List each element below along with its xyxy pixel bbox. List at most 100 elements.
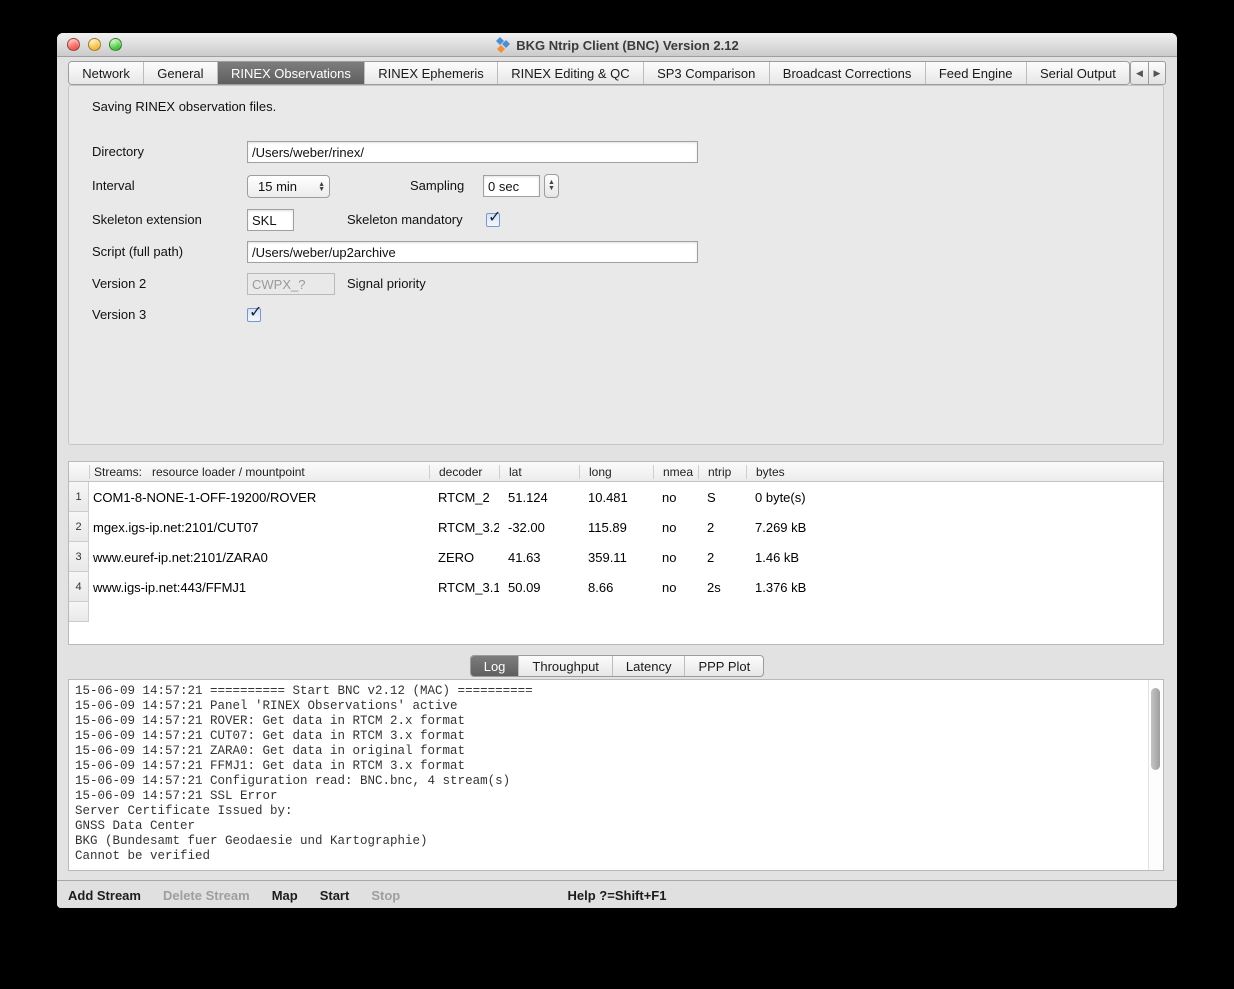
row-number[interactable]: 1 [69,482,89,512]
cell-ntrip: S [698,482,746,512]
version2-label: Version 2 [92,273,146,295]
log-lines: 15-06-09 14:57:21 ========== Start BNC v… [69,680,1147,870]
log-line: 15-06-09 14:57:21 ========== Start BNC v… [75,684,1147,699]
log-scrollbar-thumb[interactable] [1151,688,1160,770]
checkmark-icon: ✓ [488,207,501,227]
cell-decoder: RTCM_3.2 [429,512,499,542]
log-line: Cannot be verified [75,849,1147,864]
tab-rinex-observations[interactable]: RINEX Observations [217,62,364,84]
row-number[interactable]: 2 [69,512,89,542]
script-input[interactable] [247,241,698,263]
rinex-observations-pane [68,85,1164,445]
main-tab-bar: Network General RINEX Observations RINEX… [68,61,1130,85]
log-line: 15-06-09 14:57:21 ZARA0: Get data in ori… [75,744,1147,759]
cell-mountpoint: COM1-8-NONE-1-OFF-19200/ROVER [89,482,429,512]
map-button[interactable]: Map [272,888,298,903]
col-bytes[interactable]: bytes [746,465,1163,479]
col-lat[interactable]: lat [499,465,579,479]
tab-scroll-right-icon[interactable]: ▶ [1148,61,1166,85]
cell-long: 8.66 [579,572,653,602]
tab-ppp-plot[interactable]: PPP Plot [684,656,763,676]
sampling-input[interactable] [483,175,540,197]
cell-bytes: 0 byte(s) [746,482,1163,512]
cell-bytes: 7.269 kB [746,512,1163,542]
cell-ntrip: 2 [698,512,746,542]
checkmark-icon: ✓ [249,302,262,322]
col-ntrip[interactable]: ntrip [698,465,746,479]
row-number-empty [69,602,89,622]
window-title: BKG Ntrip Client (BNC) Version 2.12 [516,38,738,53]
title-bar[interactable]: BKG Ntrip Client (BNC) Version 2.12 [57,33,1177,57]
tab-feed-engine[interactable]: Feed Engine [925,62,1026,84]
col-nmea[interactable]: nmea [653,465,698,479]
version2-input [247,273,335,295]
tab-rinex-ephemeris[interactable]: RINEX Ephemeris [364,62,497,84]
tab-general[interactable]: General [143,62,217,84]
log-tab-bar: Log Throughput Latency PPP Plot [470,655,765,677]
stream-row[interactable]: 4 www.igs-ip.net:443/FFMJ1 RTCM_3.1 50.0… [69,572,1163,602]
cell-decoder: RTCM_3.1 [429,572,499,602]
cell-lat: 50.09 [499,572,579,602]
tab-latency[interactable]: Latency [612,656,685,676]
tab-throughput[interactable]: Throughput [518,656,612,676]
tab-log[interactable]: Log [471,656,519,676]
cell-lat: 41.63 [499,542,579,572]
sampling-stepper[interactable]: ▲ ▼ [544,174,559,198]
tab-broadcast-corrections[interactable]: Broadcast Corrections [769,62,925,84]
col-mountpoint[interactable]: Streams: resource loader / mountpoint [89,465,429,479]
cell-nmea: no [653,542,698,572]
cell-nmea: no [653,482,698,512]
interval-stepper-icon: ▲▼ [318,182,325,192]
sampling-label: Sampling [410,175,464,197]
streams-table: Streams: resource loader / mountpoint de… [68,461,1164,645]
signal-priority-label: Signal priority [347,273,426,295]
sampling-down-icon[interactable]: ▼ [548,186,555,192]
version3-checkbox[interactable]: ✓ [247,308,261,322]
empty-row [69,602,1163,622]
cell-long: 115.89 [579,512,653,542]
stream-row[interactable]: 3 www.euref-ip.net:2101/ZARA0 ZERO 41.63… [69,542,1163,572]
delete-stream-button: Delete Stream [163,888,250,903]
stop-button: Stop [371,888,400,903]
add-stream-button[interactable]: Add Stream [68,888,141,903]
log-scrollbar[interactable] [1148,680,1163,870]
log-line: 15-06-09 14:57:21 Configuration read: BN… [75,774,1147,789]
col-decoder[interactable]: decoder [429,465,499,479]
cell-ntrip: 2s [698,572,746,602]
cell-decoder: RTCM_2 [429,482,499,512]
interval-label: Interval [92,175,135,197]
tab-scroll-left-icon[interactable]: ◀ [1130,61,1148,85]
interval-select[interactable]: 15 min ▲▼ [247,175,330,198]
tab-rinex-editing-qc[interactable]: RINEX Editing & QC [497,62,643,84]
tab-network[interactable]: Network [69,62,143,84]
cell-bytes: 1.376 kB [746,572,1163,602]
directory-label: Directory [92,141,144,163]
cell-lat: -32.00 [499,512,579,542]
app-window: BKG Ntrip Client (BNC) Version 2.12 Netw… [57,33,1177,908]
row-number[interactable]: 3 [69,542,89,572]
bnc-app-icon [495,37,511,53]
tab-scroll-buttons: ◀ ▶ [1130,61,1166,85]
tab-sp3-comparison[interactable]: SP3 Comparison [643,62,769,84]
log-line: 15-06-09 14:57:21 SSL Error [75,789,1147,804]
stream-row[interactable]: 2 mgex.igs-ip.net:2101/CUT07 RTCM_3.2 -3… [69,512,1163,542]
log-line: 15-06-09 14:57:21 ROVER: Get data in RTC… [75,714,1147,729]
skeleton-mandatory-checkbox[interactable]: ✓ [486,213,500,227]
stream-row[interactable]: 1 COM1-8-NONE-1-OFF-19200/ROVER RTCM_2 5… [69,482,1163,512]
interval-value: 15 min [258,179,297,194]
skeleton-extension-input[interactable] [247,209,294,231]
cell-decoder: ZERO [429,542,499,572]
log-line: Server Certificate Issued by: [75,804,1147,819]
bottom-toolbar: Help ?=Shift+F1 Add Stream Delete Stream… [57,880,1177,908]
streams-table-header: Streams: resource loader / mountpoint de… [69,462,1163,482]
row-number[interactable]: 4 [69,572,89,602]
directory-input[interactable] [247,141,698,163]
col-long[interactable]: long [579,465,653,479]
pane-description: Saving RINEX observation files. [92,99,276,114]
cell-long: 359.11 [579,542,653,572]
cell-lat: 51.124 [499,482,579,512]
cell-mountpoint: www.euref-ip.net:2101/ZARA0 [89,542,429,572]
tab-serial-output[interactable]: Serial Output [1026,62,1129,84]
cell-mountpoint: mgex.igs-ip.net:2101/CUT07 [89,512,429,542]
start-button[interactable]: Start [320,888,350,903]
